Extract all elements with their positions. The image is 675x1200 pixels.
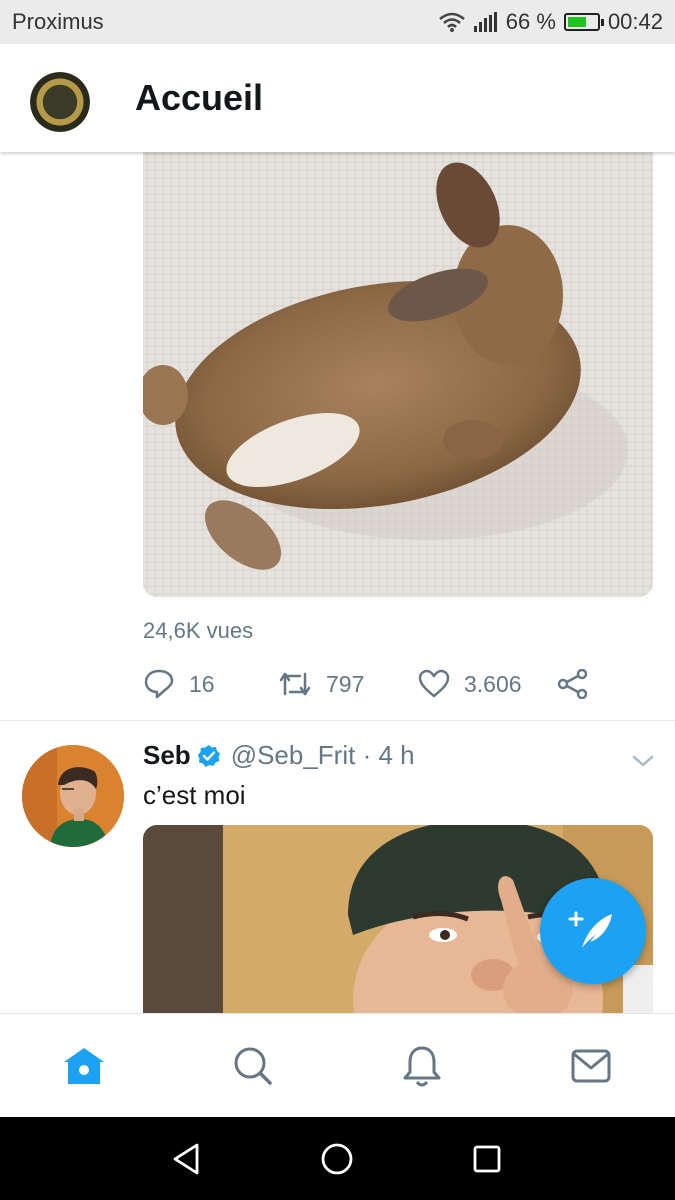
android-home-button[interactable] (319, 1141, 355, 1177)
battery-level-fill (567, 17, 587, 27)
retweet-button[interactable]: 797 (278, 666, 364, 702)
retweet-count: 797 (326, 670, 365, 697)
android-back-button[interactable] (169, 1141, 205, 1177)
verified-badge-icon (197, 744, 221, 768)
handle-and-time: @Seb_Frit · 4 h (230, 740, 415, 770)
android-nav-bar (0, 1117, 675, 1200)
author-avatar[interactable] (22, 745, 124, 847)
tweet-text: c’est moi (143, 780, 246, 810)
tweet-menu-button[interactable] (630, 752, 656, 770)
compose-tweet-button[interactable] (540, 878, 646, 984)
tab-messages[interactable] (569, 1044, 613, 1088)
home-circle-icon (321, 1143, 353, 1175)
status-indicators: 66 % 00:42 (438, 9, 663, 35)
profile-avatar[interactable] (30, 72, 90, 132)
battery-percent: 66 % (505, 9, 556, 34)
recents-square-icon (473, 1145, 501, 1173)
tab-home[interactable] (62, 1044, 106, 1088)
heart-icon (418, 669, 450, 698)
tweet-divider (0, 720, 675, 721)
tweet-video-rabbit[interactable] (143, 152, 653, 597)
reply-icon (144, 669, 174, 699)
carrier-name: Proximus (12, 9, 104, 34)
share-button[interactable] (557, 666, 589, 702)
author-avatar-image (22, 745, 124, 847)
tweet-header: Seb @Seb_Frit · 4 h (143, 740, 415, 771)
retweet-icon (279, 672, 311, 696)
clock: 00:42 (607, 9, 663, 34)
chevron-down-icon (632, 755, 654, 767)
page-title: Accueil (135, 77, 264, 118)
wifi-icon (438, 11, 466, 33)
share-icon (557, 669, 588, 699)
messages-envelope-icon (571, 1049, 611, 1083)
signal-icon (473, 12, 498, 32)
notifications-bell-icon (403, 1046, 441, 1087)
rabbit-image (143, 152, 653, 597)
like-button[interactable]: 3.606 (418, 666, 522, 702)
android-recents-button[interactable] (469, 1141, 505, 1177)
tweet-actions: 16 797 3.606 (143, 666, 603, 702)
status-bar: Proximus 66 % 00:42 (0, 0, 675, 44)
tab-search[interactable] (231, 1044, 275, 1088)
battery-icon (563, 13, 604, 31)
back-icon (173, 1143, 199, 1175)
reply-button[interactable]: 16 (143, 666, 215, 702)
tab-notifications[interactable] (400, 1044, 444, 1088)
app-header: Accueil (0, 44, 675, 152)
author-name[interactable]: Seb (143, 740, 191, 771)
view-count: 24,6K vues (143, 618, 254, 643)
bottom-tab-bar (0, 1013, 675, 1117)
compose-tweet-icon (568, 911, 612, 948)
home-icon (64, 1048, 104, 1084)
search-icon (234, 1047, 272, 1085)
reply-count: 16 (189, 670, 215, 697)
like-count: 3.606 (464, 670, 522, 697)
